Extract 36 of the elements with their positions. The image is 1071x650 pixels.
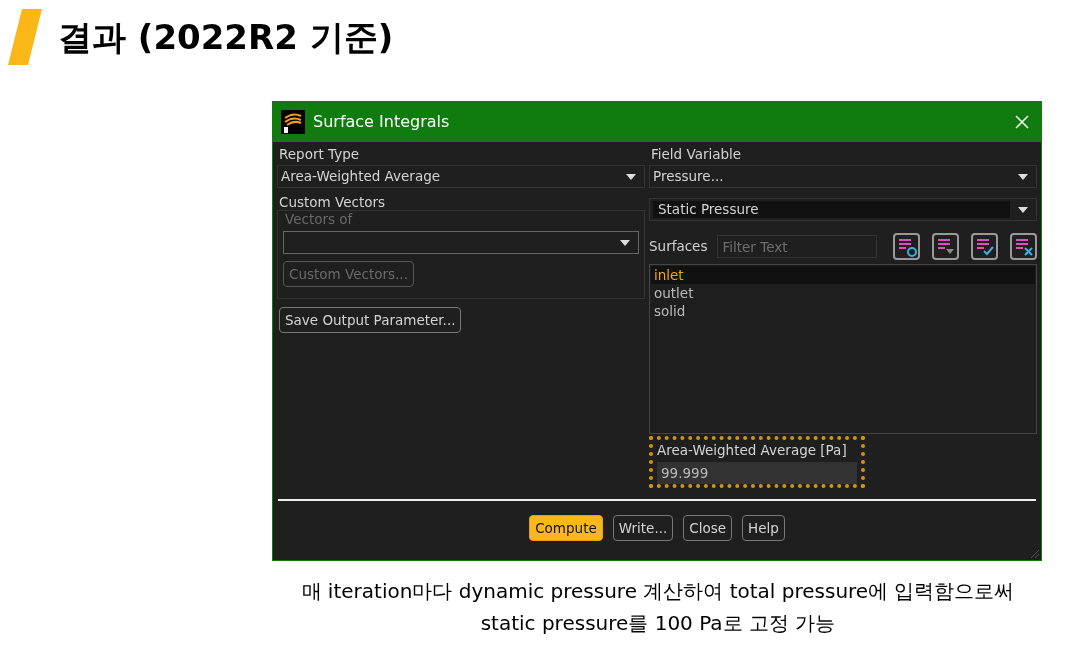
caret-icon [620,239,630,246]
caption-text: 매 iteration마다 dynamic pressure 계산하여 total pressure에 입력함으로써 [300,578,1016,605]
result-value-field: 99.999 [657,462,857,485]
slash-accent-icon [8,9,42,65]
resize-grip-icon[interactable] [1029,548,1039,558]
save-output-parameter-button[interactable]: Save Output Parameter... [279,307,462,333]
surface-list-item[interactable]: inlet [651,266,1035,284]
group-label: Custom Vectors [278,194,387,210]
dialog-button[interactable]: Compute [529,515,603,541]
surface-list-item[interactable]: outlet [651,284,1035,302]
field-label: Report Type [278,146,361,162]
field-label: Field Variable [650,146,743,162]
dialog-button[interactable]: Write... [612,515,674,541]
dialog-button[interactable]: Close [683,515,733,541]
vectors-of-dropdown[interactable] [283,231,639,254]
caret-icon [626,173,636,180]
field-subvariable-dropdown[interactable]: Static Pressure [649,198,1037,221]
dialog-button[interactable]: Help [742,515,785,541]
close-icon[interactable] [1015,115,1029,129]
surface-list-item[interactable]: solid [651,302,1035,320]
filter-field[interactable]: Filter Text [717,235,878,258]
list-check-button[interactable] [971,233,998,260]
surfaces-label: Surfaces [649,237,708,257]
slide-title: 결과 (2022R2 기준) [58,16,394,58]
list-search-button[interactable] [893,233,920,260]
report-type-dropdown[interactable]: Area-Weighted Average [277,165,645,188]
field-label: Vectors of [284,211,354,227]
window-title: Surface Integrals [313,111,450,133]
caret-icon [1018,206,1028,213]
caret-icon [1018,173,1028,180]
result-label: Area-Weighted Average [Pa] [657,441,848,460]
field-variable-dropdown[interactable]: Pressure... [649,165,1037,188]
caption-text: static pressure를 100 Pa로 고정 가능 [479,610,837,637]
list-dropdown-button[interactable] [932,233,959,260]
list-clear-button[interactable] [1010,233,1037,260]
app-logo-icon [281,110,305,134]
